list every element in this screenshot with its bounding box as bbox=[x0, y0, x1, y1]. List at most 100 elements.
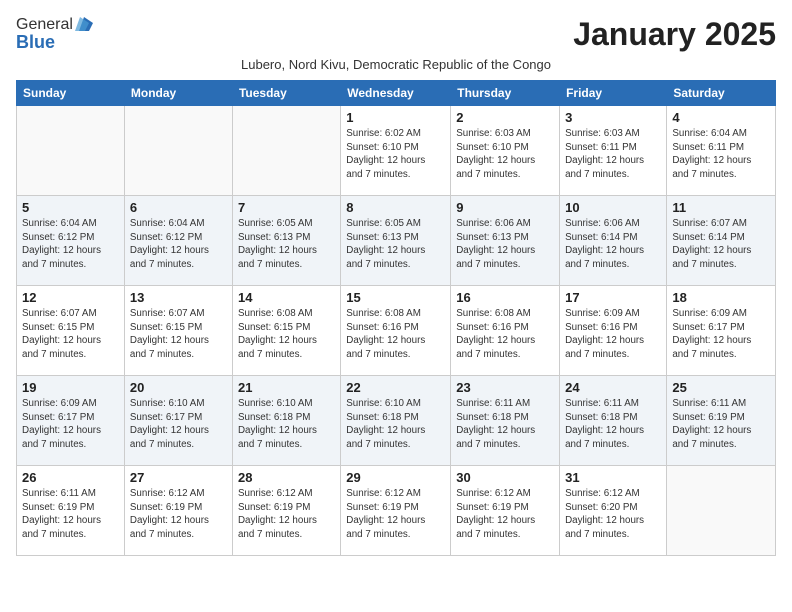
calendar-cell: 23 Sunrise: 6:11 AM Sunset: 6:18 PM Dayli… bbox=[451, 376, 560, 466]
day-number: 2 bbox=[456, 110, 554, 125]
calendar-cell: 30 Sunrise: 6:12 AM Sunset: 6:19 PM Dayli… bbox=[451, 466, 560, 556]
day-number: 14 bbox=[238, 290, 335, 305]
day-info: Sunrise: 6:08 AM Sunset: 6:15 PM Dayligh… bbox=[238, 307, 335, 362]
calendar-week-row: 12 Sunrise: 6:07 AM Sunset: 6:15 PM Dayli… bbox=[17, 286, 776, 376]
day-number: 20 bbox=[130, 380, 227, 395]
calendar-cell: 8 Sunrise: 6:05 AM Sunset: 6:13 PM Daylig… bbox=[341, 196, 451, 286]
day-info: Sunrise: 6:08 AM Sunset: 6:16 PM Dayligh… bbox=[346, 307, 445, 362]
day-number: 13 bbox=[130, 290, 227, 305]
calendar-cell: 5Sunrise: 6:04 AM Sunset: 6:12 PM Daylig… bbox=[17, 196, 125, 286]
day-number: 25 bbox=[672, 380, 770, 395]
day-number: 23 bbox=[456, 380, 554, 395]
calendar-cell: 22 Sunrise: 6:10 AM Sunset: 6:18 PM Dayli… bbox=[341, 376, 451, 466]
day-number: 21 bbox=[238, 380, 335, 395]
month-title: January 2025 bbox=[573, 16, 776, 53]
day-info: Sunrise: 6:02 AM Sunset: 6:10 PM Dayligh… bbox=[346, 127, 445, 182]
day-info: Sunrise: 6:08 AM Sunset: 6:16 PM Dayligh… bbox=[456, 307, 554, 362]
calendar-cell bbox=[232, 106, 340, 196]
calendar-cell: 26 Sunrise: 6:11 AM Sunset: 6:19 PM Dayli… bbox=[17, 466, 125, 556]
day-info: Sunrise: 6:05 AM Sunset: 6:13 PM Dayligh… bbox=[346, 217, 445, 272]
day-number: 12 bbox=[22, 290, 119, 305]
calendar-week-row: 26 Sunrise: 6:11 AM Sunset: 6:19 PM Dayli… bbox=[17, 466, 776, 556]
calendar-cell: 20 Sunrise: 6:10 AM Sunset: 6:17 PM Dayli… bbox=[124, 376, 232, 466]
calendar-cell: 21Sunrise: 6:10 AM Sunset: 6:18 PM Dayli… bbox=[232, 376, 340, 466]
calendar-cell: 28 Sunrise: 6:12 AM Sunset: 6:19 PM Dayli… bbox=[232, 466, 340, 556]
calendar-cell: 24Sunrise: 6:11 AM Sunset: 6:18 PM Dayli… bbox=[560, 376, 667, 466]
day-number: 15 bbox=[346, 290, 445, 305]
calendar-cell: 6Sunrise: 6:04 AM Sunset: 6:12 PM Daylig… bbox=[124, 196, 232, 286]
calendar-cell: 10Sunrise: 6:06 AM Sunset: 6:14 PM Dayli… bbox=[560, 196, 667, 286]
day-number: 17 bbox=[565, 290, 661, 305]
day-number: 22 bbox=[346, 380, 445, 395]
calendar-week-row: 1Sunrise: 6:02 AM Sunset: 6:10 PM Daylig… bbox=[17, 106, 776, 196]
day-info: Sunrise: 6:07 AM Sunset: 6:15 PM Dayligh… bbox=[22, 307, 119, 362]
day-info: Sunrise: 6:03 AM Sunset: 6:11 PM Dayligh… bbox=[565, 127, 661, 182]
logo-icon bbox=[75, 17, 93, 33]
day-number: 26 bbox=[22, 470, 119, 485]
day-number: 7 bbox=[238, 200, 335, 215]
calendar-cell: 3 Sunrise: 6:03 AM Sunset: 6:11 PM Daylig… bbox=[560, 106, 667, 196]
calendar-table: SundayMondayTuesdayWednesdayThursdayFrid… bbox=[16, 80, 776, 556]
calendar-cell: 14 Sunrise: 6:08 AM Sunset: 6:15 PM Dayli… bbox=[232, 286, 340, 376]
day-info: Sunrise: 6:11 AM Sunset: 6:18 PM Dayligh… bbox=[456, 397, 554, 452]
day-number: 10 bbox=[565, 200, 661, 215]
calendar-cell bbox=[124, 106, 232, 196]
calendar-header-row: SundayMondayTuesdayWednesdayThursdayFrid… bbox=[17, 81, 776, 106]
day-info: Sunrise: 6:11 AM Sunset: 6:19 PM Dayligh… bbox=[672, 397, 770, 452]
calendar-cell: 16Sunrise: 6:08 AM Sunset: 6:16 PM Dayli… bbox=[451, 286, 560, 376]
day-number: 30 bbox=[456, 470, 554, 485]
weekday-header-monday: Monday bbox=[124, 81, 232, 106]
day-info: Sunrise: 6:09 AM Sunset: 6:16 PM Dayligh… bbox=[565, 307, 661, 362]
day-info: Sunrise: 6:04 AM Sunset: 6:11 PM Dayligh… bbox=[672, 127, 770, 182]
day-info: Sunrise: 6:12 AM Sunset: 6:19 PM Dayligh… bbox=[456, 487, 554, 542]
day-info: Sunrise: 6:09 AM Sunset: 6:17 PM Dayligh… bbox=[672, 307, 770, 362]
calendar-cell: 19 Sunrise: 6:09 AM Sunset: 6:17 PM Dayli… bbox=[17, 376, 125, 466]
day-info: Sunrise: 6:12 AM Sunset: 6:19 PM Dayligh… bbox=[346, 487, 445, 542]
calendar-cell: 27 Sunrise: 6:12 AM Sunset: 6:19 PM Dayli… bbox=[124, 466, 232, 556]
calendar-cell bbox=[17, 106, 125, 196]
calendar-cell: 31 Sunrise: 6:12 AM Sunset: 6:20 PM Dayli… bbox=[560, 466, 667, 556]
day-info: Sunrise: 6:04 AM Sunset: 6:12 PM Dayligh… bbox=[130, 217, 227, 272]
day-number: 8 bbox=[346, 200, 445, 215]
day-number: 28 bbox=[238, 470, 335, 485]
logo-blue-text: Blue bbox=[16, 32, 55, 53]
calendar-cell: 4 Sunrise: 6:04 AM Sunset: 6:11 PM Daylig… bbox=[667, 106, 776, 196]
weekday-header-friday: Friday bbox=[560, 81, 667, 106]
calendar-cell: 13Sunrise: 6:07 AM Sunset: 6:15 PM Dayli… bbox=[124, 286, 232, 376]
weekday-header-sunday: Sunday bbox=[17, 81, 125, 106]
day-number: 9 bbox=[456, 200, 554, 215]
day-info: Sunrise: 6:11 AM Sunset: 6:19 PM Dayligh… bbox=[22, 487, 119, 542]
day-number: 11 bbox=[672, 200, 770, 215]
calendar-cell: 12 Sunrise: 6:07 AM Sunset: 6:15 PM Dayli… bbox=[17, 286, 125, 376]
weekday-header-saturday: Saturday bbox=[667, 81, 776, 106]
day-number: 4 bbox=[672, 110, 770, 125]
page-subtitle: Lubero, Nord Kivu, Democratic Republic o… bbox=[16, 57, 776, 72]
page-header: General Blue January 2025 bbox=[16, 16, 776, 53]
day-info: Sunrise: 6:10 AM Sunset: 6:17 PM Dayligh… bbox=[130, 397, 227, 452]
calendar-cell: 17 Sunrise: 6:09 AM Sunset: 6:16 PM Dayli… bbox=[560, 286, 667, 376]
calendar-cell: 11 Sunrise: 6:07 AM Sunset: 6:14 PM Dayli… bbox=[667, 196, 776, 286]
weekday-header-wednesday: Wednesday bbox=[341, 81, 451, 106]
day-number: 19 bbox=[22, 380, 119, 395]
logo: General Blue bbox=[16, 16, 93, 53]
calendar-cell: 15 Sunrise: 6:08 AM Sunset: 6:16 PM Dayli… bbox=[341, 286, 451, 376]
day-number: 3 bbox=[565, 110, 661, 125]
day-info: Sunrise: 6:09 AM Sunset: 6:17 PM Dayligh… bbox=[22, 397, 119, 452]
day-info: Sunrise: 6:05 AM Sunset: 6:13 PM Dayligh… bbox=[238, 217, 335, 272]
day-info: Sunrise: 6:10 AM Sunset: 6:18 PM Dayligh… bbox=[346, 397, 445, 452]
calendar-cell: 29Sunrise: 6:12 AM Sunset: 6:19 PM Dayli… bbox=[341, 466, 451, 556]
calendar-cell: 18 Sunrise: 6:09 AM Sunset: 6:17 PM Dayli… bbox=[667, 286, 776, 376]
day-number: 18 bbox=[672, 290, 770, 305]
calendar-week-row: 19 Sunrise: 6:09 AM Sunset: 6:17 PM Dayli… bbox=[17, 376, 776, 466]
day-info: Sunrise: 6:07 AM Sunset: 6:14 PM Dayligh… bbox=[672, 217, 770, 272]
calendar-cell: 7 Sunrise: 6:05 AM Sunset: 6:13 PM Daylig… bbox=[232, 196, 340, 286]
calendar-cell bbox=[667, 466, 776, 556]
day-number: 31 bbox=[565, 470, 661, 485]
calendar-cell: 9Sunrise: 6:06 AM Sunset: 6:13 PM Daylig… bbox=[451, 196, 560, 286]
day-info: Sunrise: 6:12 AM Sunset: 6:19 PM Dayligh… bbox=[238, 487, 335, 542]
day-info: Sunrise: 6:12 AM Sunset: 6:20 PM Dayligh… bbox=[565, 487, 661, 542]
weekday-header-tuesday: Tuesday bbox=[232, 81, 340, 106]
day-number: 5 bbox=[22, 200, 119, 215]
day-info: Sunrise: 6:12 AM Sunset: 6:19 PM Dayligh… bbox=[130, 487, 227, 542]
day-number: 27 bbox=[130, 470, 227, 485]
